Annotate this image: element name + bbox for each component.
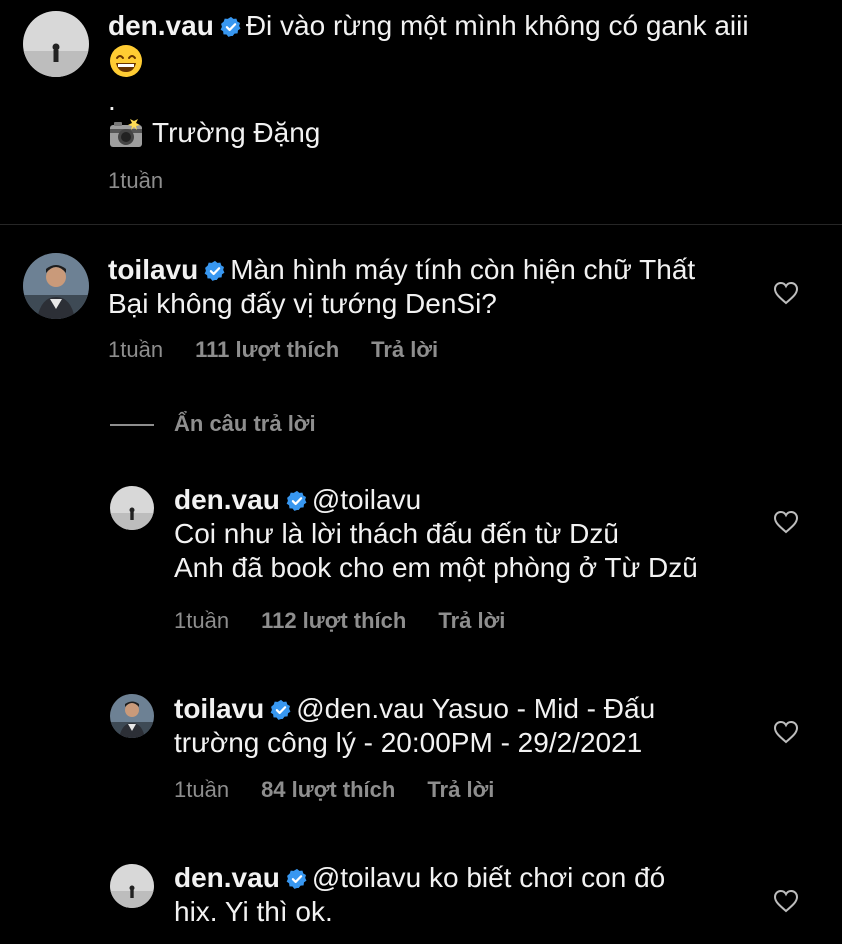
reply-body-line2: hix. Yi thì ok.: [174, 896, 333, 927]
reply-body-line3: Anh đã book cho em một phòng ở Từ Dzũ: [174, 552, 698, 583]
reply-time: 1tuần: [174, 777, 230, 802]
avatar-image: [110, 694, 154, 738]
heart-outline-icon[interactable]: [773, 720, 799, 744]
verified-badge-icon: [204, 260, 226, 282]
reply-likes[interactable]: 84 lượt thích: [261, 777, 395, 802]
grinning-emoji-icon: [108, 43, 144, 79]
reply-body-line1: @den.vau Yasuo - Mid - Đấu: [296, 693, 656, 724]
reply-username[interactable]: den.vau: [174, 862, 280, 893]
comment-likes[interactable]: 111 lượt thích: [195, 337, 339, 362]
verified-badge-icon: [286, 868, 308, 890]
caption-time: 1tuần: [108, 168, 164, 193]
heart-outline-icon[interactable]: [773, 281, 799, 305]
caption-text: den.vau Đi vào rừng một mình không có gan…: [108, 9, 808, 43]
verified-badge-icon: [286, 490, 308, 512]
hide-replies-button[interactable]: Ẩn câu trả lời: [174, 411, 316, 437]
reply-body-line2: Coi như là lời thách đấu đến từ Dzũ: [174, 518, 619, 549]
avatar-image: [23, 11, 89, 77]
comment-text: toilavu Màn hình máy tính còn hiện chữ Th…: [108, 253, 758, 321]
comment-time: 1tuần: [108, 337, 164, 362]
avatar-toilavu[interactable]: [23, 253, 89, 319]
comment-body-line2: Bại không đấy vị tướng DenSi?: [108, 288, 497, 319]
avatar-den-vau[interactable]: [110, 864, 154, 908]
reply-text: den.vau @toilavu ko biết chơi con đó hix. …: [174, 861, 764, 929]
heart-outline-icon[interactable]: [773, 889, 799, 913]
hide-replies-line: [110, 424, 154, 426]
avatar-image: [110, 864, 154, 908]
reply-button[interactable]: Trả lời: [427, 777, 494, 802]
caption-dot: .: [108, 85, 116, 116]
reply-body-line1: ko biết chơi con đó: [428, 862, 666, 893]
reply-body-line2: trường công lý - 20:00PM - 29/2/2021: [174, 727, 643, 758]
reply-meta: 1tuần 84 lượt thích Trả lời: [174, 777, 526, 803]
avatar-image: [23, 253, 89, 319]
avatar-image: [110, 486, 154, 530]
reply-mention[interactable]: @toilavu: [312, 484, 421, 515]
comment-meta: 1tuần 111 lượt thích Trả lời: [108, 337, 470, 363]
avatar-den-vau[interactable]: [23, 11, 89, 77]
reply-time: 1tuần: [174, 608, 230, 633]
reply-text: den.vau @toilavu Coi như là lời thách đấu …: [174, 483, 764, 585]
reply-likes[interactable]: 112 lượt thích: [261, 608, 406, 633]
caption-divider: [0, 224, 842, 225]
reply-button[interactable]: Trả lời: [438, 608, 505, 633]
avatar-den-vau[interactable]: [110, 486, 154, 530]
heart-outline-icon[interactable]: [773, 510, 799, 534]
avatar-toilavu[interactable]: [110, 694, 154, 738]
caption-credit: Trường Đặng: [152, 117, 321, 148]
reply-username[interactable]: den.vau: [174, 484, 280, 515]
reply-username[interactable]: toilavu: [174, 693, 264, 724]
reply-button[interactable]: Trả lời: [371, 337, 438, 362]
caption-username[interactable]: den.vau: [108, 10, 214, 41]
caption-credit-line: Trường Đặng: [108, 115, 320, 151]
comment-username[interactable]: toilavu: [108, 254, 198, 285]
reply-text: toilavu @den.vau Yasuo - Mid - Đấu trường …: [174, 692, 764, 760]
verified-badge-icon: [270, 699, 292, 721]
verified-badge-icon: [220, 16, 242, 38]
reply-meta: 1tuần 112 lượt thích Trả lời: [174, 608, 537, 634]
caption-body: Đi vào rừng một mình không có gank aiii: [245, 10, 749, 41]
reply-mention[interactable]: @toilavu: [312, 862, 421, 893]
camera-flash-emoji-icon: [108, 116, 144, 150]
comment-body-line1: Màn hình máy tính còn hiện chữ Thất: [230, 254, 696, 285]
